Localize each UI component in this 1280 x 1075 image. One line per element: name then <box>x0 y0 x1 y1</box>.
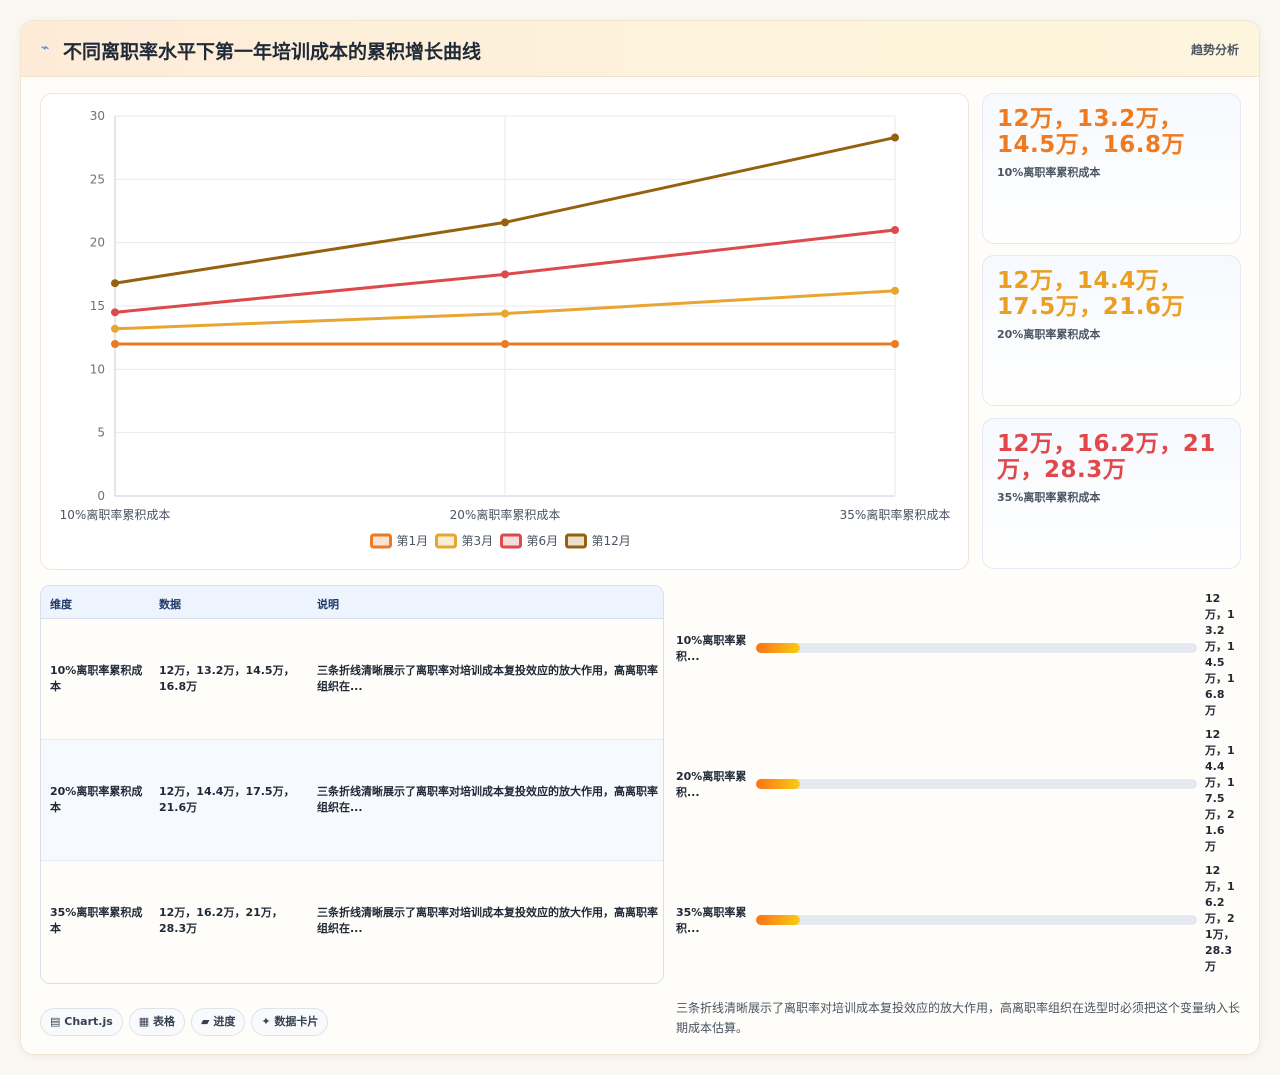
y-tick-label: 10 <box>90 362 105 376</box>
tag-chartjs[interactable]: ▤ Chart.js <box>40 1008 123 1036</box>
data-point <box>111 324 119 333</box>
table-cell-dimension: 10%离职率累积成本 <box>50 664 143 693</box>
legend-swatch <box>565 533 587 549</box>
legend-item[interactable]: 第1月 <box>370 533 429 549</box>
legend-swatch <box>435 533 457 549</box>
x-tick-label: 20%离职率累积成本 <box>450 507 561 522</box>
header-bar: ⌁ 不同离职率水平下第一年培训成本的累积增长曲线 趋势分析 <box>21 21 1259 77</box>
data-point <box>111 279 119 288</box>
data-point <box>891 133 899 142</box>
tag-label: 进度 <box>213 1015 236 1028</box>
data-point <box>891 286 899 295</box>
progress-value: 12万，13.2万，14.5万，16.8万 <box>1205 592 1235 717</box>
legend-item[interactable]: 第3月 <box>435 533 494 549</box>
progress-label: 35%离职率累积... <box>676 906 747 935</box>
progress-fill <box>756 915 801 925</box>
progress-fill <box>756 779 801 789</box>
data-point <box>111 340 119 348</box>
line-chart: 0 5 10 15 20 25 30 10%离职率累积成本 20%离职率累积成本 35%离职率累积… <box>60 109 951 549</box>
dashboard-panel: ⌁ 不同离职率水平下第一年培训成本的累积增长曲线 趋势分析 0 5 10 15 20 25… <box>20 20 1260 1055</box>
sparkle-icon: ✦ <box>261 1015 271 1028</box>
table-cell-data: 12万，13.2万，14.5万，16.8万 <box>159 664 295 693</box>
table-row: 10%离职率累积成本 12万，13.2万，14.5万，16.8万 三条折线清晰展… <box>41 619 663 740</box>
stat-value: 12万，13.2万，14.5万，16.8万 <box>997 106 1185 158</box>
legend-label: 第12月 <box>592 534 631 548</box>
legend-swatch <box>370 533 392 549</box>
column-header-dimension: 维度 <box>50 598 72 611</box>
column-header-data: 数据 <box>159 598 181 611</box>
progress-track <box>756 915 1197 925</box>
legend-label: 第3月 <box>462 534 494 548</box>
tag-table[interactable]: ▦ 表格 <box>128 1008 186 1036</box>
stat-card-20: 12万，14.4万，17.5万，21.6万 20%离职率累积成本 <box>982 255 1241 406</box>
table-row: 20%离职率累积成本 12万，14.4万，17.5万，21.6万 三条折线清晰展… <box>41 740 663 861</box>
x-tick-label: 10%离职率累积成本 <box>60 507 171 522</box>
table-cell-note: 三条折线清晰展示了离职率对培训成本复投效应的放大作用，高离职率组织在... <box>317 906 658 935</box>
y-tick-label: 5 <box>97 426 105 440</box>
progress-track <box>756 643 1197 653</box>
table-cell-note: 三条折线清晰展示了离职率对培训成本复投效应的放大作用，高离职率组织在... <box>317 664 658 693</box>
table-icon: ▦ <box>138 1015 150 1028</box>
tag-progress[interactable]: ▰ 进度 <box>191 1008 246 1036</box>
tech-tags: ▤ Chart.js ▦ 表格 ▰ 进度 ✦ 数据卡片 <box>40 1008 334 1036</box>
progress-row-20: 20%离职率累积... 12万，14.4万，17.5万，21.6万 <box>676 727 1241 853</box>
column-header-note: 说明 <box>317 598 339 611</box>
summary-note: 三条折线清晰展示了离职率对培训成本复投效应的放大作用，高离职率组织在选型时必须把… <box>676 1001 1241 1035</box>
line-chart-card: 0 5 10 15 20 25 30 10%离职率累积成本 20%离职率累积成本 35%离职率累积… <box>40 93 969 570</box>
data-point <box>501 270 509 279</box>
progress-track <box>756 779 1197 789</box>
progress-label: 20%离职率累积... <box>676 770 747 799</box>
table-cell-data: 12万，16.2万，21万，28.3万 <box>159 906 283 935</box>
data-point <box>501 309 509 318</box>
progress-icon: ▰ <box>201 1015 210 1028</box>
data-point <box>891 226 899 234</box>
x-tick-label: 35%离职率累积成本 <box>840 507 951 522</box>
legend-item[interactable]: 第6月 <box>500 533 559 549</box>
progress-value: 12万，16.2万，21万，28.3万 <box>1205 864 1235 973</box>
legend-label: 第6月 <box>527 534 559 548</box>
table-row: 35%离职率累积成本 12万，16.2万，21万，28.3万 三条折线清晰展示了… <box>41 861 663 982</box>
legend-label: 第1月 <box>397 534 429 548</box>
y-tick-label: 20 <box>90 236 105 250</box>
data-point <box>111 308 119 317</box>
data-table: 维度 数据 说明 10%离职率累积成本 12万，13.2万，14.5万，16.8… <box>40 585 664 984</box>
y-tick-label: 25 <box>90 172 105 186</box>
stat-label: 20%离职率累积成本 <box>997 328 1101 341</box>
table-cell-dimension: 20%离职率累积成本 <box>50 785 143 814</box>
y-tick-label: 30 <box>90 109 105 123</box>
stat-value: 12万，16.2万，21万，28.3万 <box>997 431 1216 483</box>
table-cell-dimension: 35%离职率累积成本 <box>50 906 143 935</box>
tag-data-card[interactable]: ✦ 数据卡片 <box>251 1008 329 1036</box>
table-cell-note: 三条折线清晰展示了离职率对培训成本复投效应的放大作用，高离职率组织在... <box>317 785 658 814</box>
stat-label: 35%离职率累积成本 <box>997 491 1101 504</box>
stat-label: 10%离职率累积成本 <box>997 166 1101 179</box>
tag-label: Chart.js <box>64 1015 113 1028</box>
tag-label: 数据卡片 <box>274 1015 319 1028</box>
legend-swatch <box>500 533 522 549</box>
table-header: 维度 数据 说明 <box>41 586 663 619</box>
data-point <box>501 218 509 227</box>
data-point <box>501 340 509 348</box>
page-title: 不同离职率水平下第一年培训成本的累积增长曲线 <box>63 41 482 63</box>
progress-label: 10%离职率累积... <box>676 634 747 663</box>
y-tick-label: 0 <box>97 489 105 503</box>
y-tick-label: 15 <box>90 299 105 313</box>
stat-value: 12万，14.4万，17.5万，21.6万 <box>997 268 1185 320</box>
chart-line-icon: ⌁ <box>41 40 50 56</box>
progress-value: 12万，14.4万，17.5万，21.6万 <box>1205 728 1235 853</box>
legend-item[interactable]: 第12月 <box>565 533 631 549</box>
data-point <box>891 340 899 348</box>
progress-fill <box>756 643 801 653</box>
stat-card-10: 12万，13.2万，14.5万，16.8万 10%离职率累积成本 <box>982 93 1241 244</box>
progress-row-10: 10%离职率累积... 12万，13.2万，14.5万，16.8万 <box>676 591 1241 717</box>
stat-card-35: 12万，16.2万，21万，28.3万 35%离职率累积成本 <box>982 418 1241 569</box>
table-cell-data: 12万，14.4万，17.5万，21.6万 <box>159 785 295 814</box>
progress-row-35: 35%离职率累积... 12万，16.2万，21万，28.3万 <box>676 863 1241 983</box>
header-tag: 趋势分析 <box>1190 43 1239 57</box>
chart-icon: ▤ <box>50 1015 61 1028</box>
tag-label: 表格 <box>153 1015 176 1028</box>
